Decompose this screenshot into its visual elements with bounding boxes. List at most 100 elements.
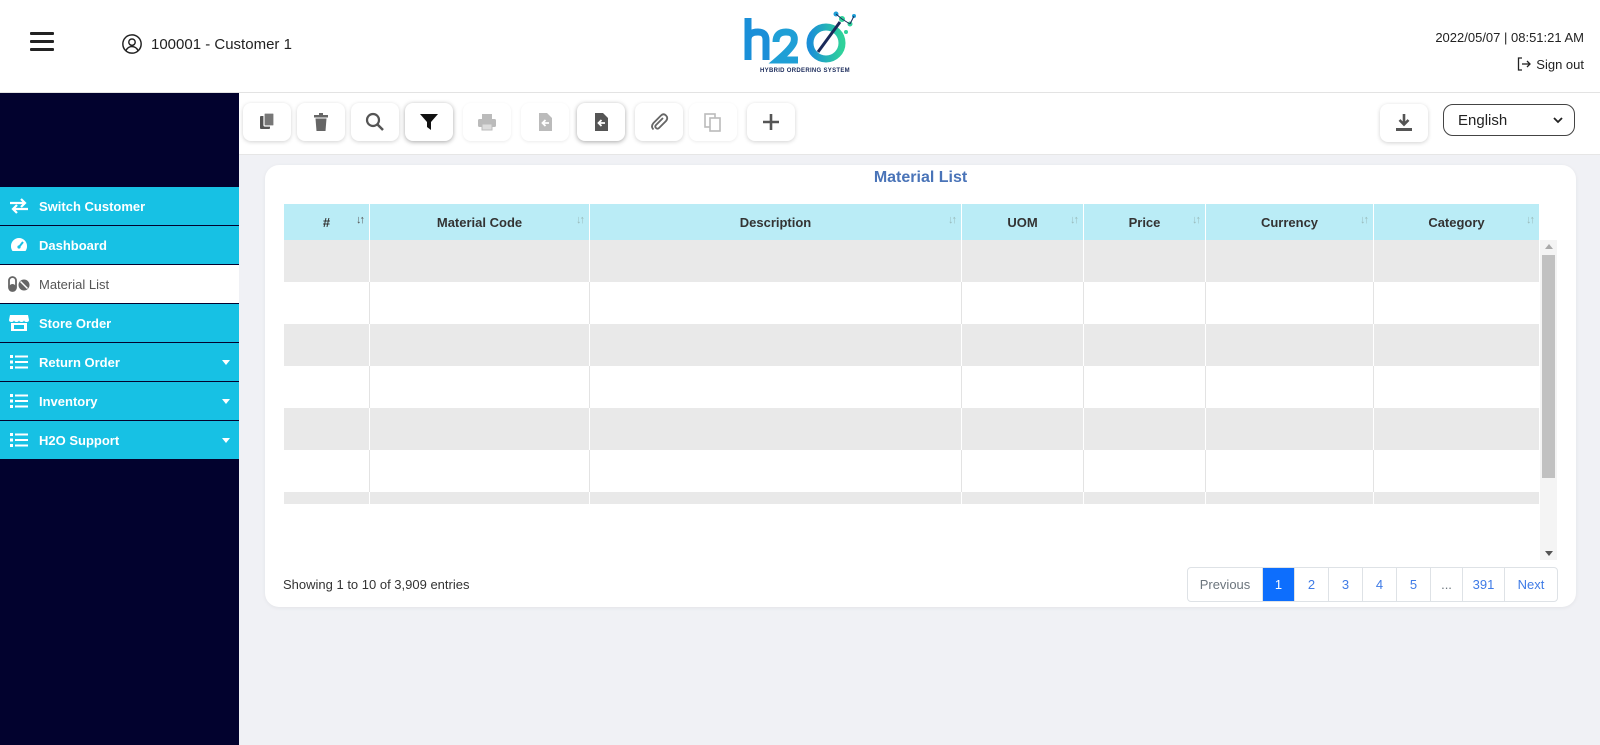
table-row[interactable]	[284, 450, 1539, 492]
table-cell	[1206, 240, 1374, 282]
column-header-index[interactable]: # ↓↑	[284, 204, 370, 240]
pagination-page-4[interactable]: 4	[1363, 568, 1397, 601]
pagination-next[interactable]: Next	[1505, 568, 1557, 601]
table-cell	[370, 282, 590, 324]
table-cell	[370, 240, 590, 282]
language-select[interactable]: English	[1443, 104, 1575, 136]
pagination-page-1[interactable]: 1	[1263, 568, 1295, 601]
search-button[interactable]	[351, 103, 399, 141]
table-cell	[1374, 324, 1539, 366]
delete-button[interactable]	[297, 103, 345, 141]
table-cell	[590, 366, 962, 408]
sort-icon: ↓↑	[1360, 214, 1369, 226]
page-title: Material List	[873, 169, 968, 186]
hamburger-menu-icon[interactable]	[30, 32, 54, 54]
datetime: 2022/05/07 | 08:51:21 AM	[1435, 30, 1584, 45]
column-header-description[interactable]: Description ↓↑	[590, 204, 962, 240]
table-cell	[590, 408, 962, 450]
table-cell	[370, 366, 590, 408]
sidebar-item-h2o-support[interactable]: H2O Support	[0, 421, 239, 460]
attachment-button[interactable]	[635, 103, 683, 141]
export-button[interactable]	[577, 103, 625, 141]
sidebar-menu: Switch Customer Dashboard Material List …	[0, 187, 239, 460]
trash-icon	[314, 113, 328, 131]
pagination-previous[interactable]: Previous	[1188, 568, 1263, 601]
chevron-down-icon	[1553, 117, 1563, 124]
sort-icon: ↓↑	[1526, 214, 1535, 226]
duplicate-icon	[704, 113, 721, 132]
column-header-price[interactable]: Price ↓↑	[1084, 204, 1206, 240]
copy-button[interactable]	[243, 103, 291, 141]
pagination-ellipsis: ...	[1431, 568, 1463, 601]
scroll-down-icon[interactable]	[1545, 551, 1553, 556]
column-header-category[interactable]: Category ↓↑	[1374, 204, 1539, 240]
filter-button[interactable]	[405, 103, 453, 141]
table-cell	[962, 282, 1084, 324]
table-cell	[1084, 324, 1206, 366]
language-value: English	[1458, 111, 1508, 129]
sidebar-item-inventory[interactable]: Inventory	[0, 382, 239, 421]
column-header-uom[interactable]: UOM ↓↑	[962, 204, 1084, 240]
table-row[interactable]	[284, 408, 1539, 450]
table-cell	[1206, 324, 1374, 366]
pagination-page-last[interactable]: 391	[1463, 568, 1505, 601]
download-button[interactable]	[1380, 104, 1428, 142]
add-button[interactable]	[747, 103, 795, 141]
caret-down-icon	[222, 438, 230, 443]
table-scrollbar[interactable]	[1540, 240, 1557, 560]
sidebar-item-material-list[interactable]: Material List	[0, 265, 239, 304]
pagination-page-2[interactable]: 2	[1295, 568, 1329, 601]
table-cell	[590, 240, 962, 282]
table-header: # ↓↑ Material Code ↓↑ Description ↓↑ UOM…	[284, 204, 1539, 240]
sidebar-item-store-order[interactable]: Store Order	[0, 304, 239, 343]
h2o-logo: HYBRID ORDERING SYSTEM	[744, 8, 866, 78]
table-body	[284, 240, 1539, 504]
list-icon	[8, 392, 30, 410]
scroll-up-icon[interactable]	[1545, 244, 1553, 249]
customer-name: 100001 - Customer 1	[151, 35, 292, 53]
table-row[interactable]	[284, 282, 1539, 324]
table-row[interactable]	[284, 366, 1539, 408]
import-button[interactable]	[521, 103, 569, 141]
sort-icon: ↓↑	[1192, 214, 1201, 226]
pagination-page-3[interactable]: 3	[1329, 568, 1363, 601]
table-cell	[1084, 366, 1206, 408]
table-cell	[284, 450, 370, 492]
table-cell	[962, 366, 1084, 408]
column-header-material-code[interactable]: Material Code ↓↑	[370, 204, 590, 240]
sidebar-item-label: Material List	[39, 276, 110, 292]
table-cell	[284, 492, 370, 504]
sign-out-label: Sign out	[1536, 56, 1584, 72]
search-icon	[365, 112, 384, 131]
table-cell	[1206, 366, 1374, 408]
logo-subtitle: HYBRID ORDERING SYSTEM	[760, 68, 850, 74]
sort-icon: ↓↑	[1070, 214, 1079, 226]
pagination-page-5[interactable]: 5	[1397, 568, 1431, 601]
table-cell	[1206, 492, 1374, 504]
table-row[interactable]	[284, 324, 1539, 366]
pagination: Previous 1 2 3 4 5 ... 391 Next	[1187, 567, 1558, 602]
current-customer: 100001 - Customer 1	[121, 33, 292, 55]
table-cell	[284, 366, 370, 408]
print-button[interactable]	[463, 103, 511, 141]
scrollbar-thumb[interactable]	[1542, 255, 1555, 478]
sort-icon: ↓↑	[356, 214, 365, 226]
table-cell	[1374, 492, 1539, 504]
table-cell	[590, 450, 962, 492]
sidebar-item-return-order[interactable]: Return Order	[0, 343, 239, 382]
sidebar-item-dashboard[interactable]: Dashboard	[0, 226, 239, 265]
table-cell	[1084, 282, 1206, 324]
download-icon	[1396, 114, 1412, 131]
table-cell	[1206, 408, 1374, 450]
duplicate-button[interactable]	[689, 103, 737, 141]
table-cell	[1206, 450, 1374, 492]
column-header-currency[interactable]: Currency ↓↑	[1206, 204, 1374, 240]
copy-icon	[260, 112, 275, 129]
table-row[interactable]	[284, 492, 1539, 504]
sign-out-link[interactable]: Sign out	[1516, 56, 1584, 72]
table-cell	[1206, 282, 1374, 324]
sidebar-item-switch-customer[interactable]: Switch Customer	[0, 187, 239, 226]
attachment-icon	[651, 113, 669, 131]
table-row[interactable]	[284, 240, 1539, 282]
table-cell	[590, 324, 962, 366]
